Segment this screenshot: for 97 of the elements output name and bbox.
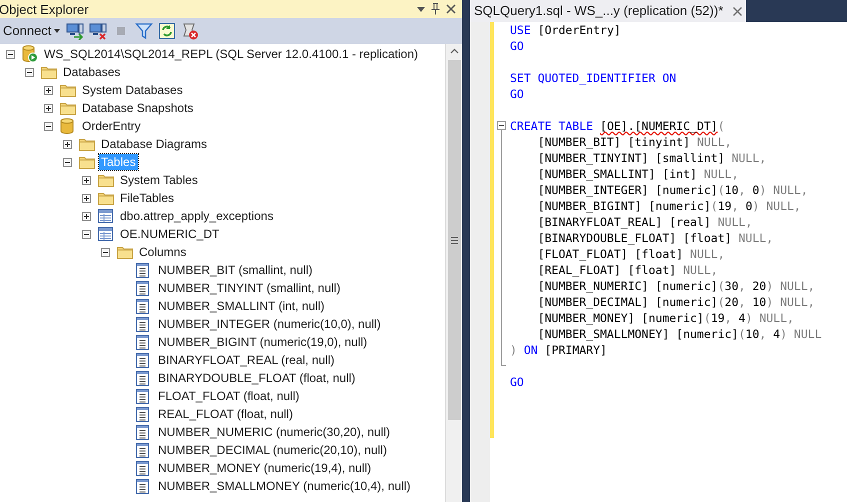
connect-button[interactable]: Connect	[2, 21, 62, 41]
code-line: GO	[510, 86, 524, 102]
tree-item[interactable]: REAL_FLOAT (float, null)	[156, 406, 295, 422]
column-icon	[136, 478, 149, 494]
collapse-icon[interactable]	[82, 230, 91, 238]
database-icon	[60, 118, 74, 134]
tree-item[interactable]: NUMBER_MONEY (numeric(19,4), null)	[156, 460, 374, 476]
collapse-icon[interactable]	[6, 50, 15, 58]
collapse-icon[interactable]	[44, 122, 53, 130]
code-line: [NUMBER_INTEGER] [numeric](10, 0) NULL,	[536, 182, 808, 198]
tree-item[interactable]: Database Snapshots	[80, 100, 196, 116]
folder-icon	[41, 66, 57, 78]
column-icon	[136, 388, 149, 404]
tree-item[interactable]: NUMBER_TINYINT (smallint, null)	[156, 280, 342, 296]
code-line: GO	[510, 374, 524, 390]
tree-item[interactable]: Database Diagrams	[99, 136, 210, 152]
code-line: GO	[510, 38, 524, 54]
column-icon	[136, 262, 149, 278]
column-icon	[136, 298, 149, 314]
tree-item[interactable]: Columns	[137, 244, 188, 260]
collapse-icon[interactable]	[63, 158, 72, 166]
code-line: [NUMBER_BIGINT] [numeric](19, 0) NULL,	[536, 198, 801, 214]
expand-icon[interactable]	[63, 140, 72, 148]
folder-icon	[117, 246, 133, 258]
tree-item[interactable]: BINARYDOUBLE_FLOAT (float, null)	[156, 370, 358, 386]
table-icon	[98, 227, 113, 241]
computer-x-icon[interactable]	[89, 22, 108, 40]
outline-end	[501, 358, 506, 366]
tree-item[interactable]: FileTables	[118, 190, 176, 206]
folder-icon	[60, 84, 76, 96]
scrollbar-thumb[interactable]	[448, 60, 460, 420]
column-icon	[136, 460, 149, 476]
code-line: [NUMBER_NUMERIC] [numeric](30, 20) NULL,	[536, 278, 815, 294]
collapse-icon[interactable]	[497, 118, 506, 134]
code-line: CREATE TABLE [OE].[NUMERIC_DT](	[510, 118, 725, 134]
tree-item[interactable]: NUMBER_NUMERIC (numeric(30,20), null)	[156, 424, 392, 440]
column-icon	[136, 334, 149, 350]
column-icon	[136, 424, 149, 440]
close-icon[interactable]	[446, 4, 456, 14]
collapse-icon[interactable]	[101, 248, 110, 256]
column-icon	[136, 280, 149, 296]
computer-icon[interactable]	[66, 22, 84, 40]
code-line: [BINARYDOUBLE_FLOAT] [float] NULL,	[536, 230, 774, 246]
column-icon	[136, 352, 149, 368]
tree-item[interactable]: dbo.attrep_apply_exceptions	[118, 208, 276, 224]
caret-icon	[54, 29, 60, 33]
code-line: USE [OrderEntry]	[510, 22, 621, 38]
tree-item[interactable]: FLOAT_FLOAT (float, null)	[156, 388, 302, 404]
close-icon[interactable]	[733, 6, 742, 16]
collapse-icon[interactable]	[25, 68, 34, 76]
folder-icon	[98, 192, 114, 204]
dropdown-icon[interactable]	[417, 6, 425, 12]
tree-item[interactable]: NUMBER_BIGINT (numeric(19,0), null)	[156, 334, 370, 350]
folder-icon	[79, 156, 95, 168]
tree-item[interactable]: NUMBER_SMALLINT (int, null)	[156, 298, 326, 314]
server-icon	[22, 45, 38, 63]
code-line: [FLOAT_FLOAT] [float] NULL,	[536, 246, 725, 262]
folder-icon	[60, 102, 76, 114]
code-line: [BINARYFLOAT_REAL] [real] NULL,	[536, 214, 752, 230]
column-icon	[136, 316, 149, 332]
tree-item[interactable]: NUMBER_INTEGER (numeric(10,0), null)	[156, 316, 383, 332]
expand-icon[interactable]	[44, 86, 53, 94]
tree-item[interactable]: NUMBER_SMALLMONEY (numeric(10,4), null)	[156, 478, 413, 494]
code-line: SET QUOTED_IDENTIFIER ON	[510, 70, 676, 86]
code-line: [NUMBER_SMALLMONEY] [numeric](10, 4) NULL	[536, 326, 822, 342]
tree-item[interactable]: BINARYFLOAT_REAL (real, null)	[156, 352, 337, 368]
code-line: ) ON [PRIMARY]	[510, 342, 607, 358]
table-icon	[98, 209, 113, 223]
tree-item[interactable]: OE.NUMERIC_DT	[118, 226, 222, 242]
tree-item[interactable]: System Databases	[80, 82, 185, 98]
column-icon	[136, 442, 149, 458]
folder-icon	[79, 138, 95, 150]
scrollbar[interactable]	[445, 44, 462, 502]
code-line: [NUMBER_TINYINT] [smallint] NULL,	[536, 150, 766, 166]
expand-icon[interactable]	[82, 212, 91, 220]
tree-item[interactable]: System Tables	[118, 172, 200, 188]
document-x-icon[interactable]	[181, 22, 200, 40]
filter-icon[interactable]	[135, 22, 154, 40]
code-line: [NUMBER_SMALLINT] [int] NULL,	[536, 166, 738, 182]
code-line: [NUMBER_BIT] [tinyint] NULL,	[536, 134, 732, 150]
pin-icon[interactable]	[431, 3, 440, 15]
column-icon	[136, 370, 149, 386]
column-icon	[136, 406, 149, 422]
expand-icon[interactable]	[44, 104, 53, 112]
expand-icon[interactable]	[82, 194, 91, 202]
tree-item[interactable]: NUMBER_DECIMAL (numeric(20,10), null)	[156, 442, 389, 458]
expand-icon[interactable]	[82, 176, 91, 184]
tree-item[interactable]: WS_SQL2014\SQL2014_REPL (SQL Server 12.0.4100.1 - replication)	[42, 46, 420, 62]
tree-item[interactable]: NUMBER_BIT (smallint, null)	[156, 262, 314, 278]
folder-icon	[98, 174, 114, 186]
tree-item[interactable]: OrderEntry	[80, 118, 143, 134]
document-tab[interactable]: SQLQuery1.sql - WS_...y (replication (52))*	[470, 0, 746, 22]
code-line: [NUMBER_MONEY] [numeric](19, 4) NULL,	[536, 310, 794, 326]
code-line: [NUMBER_DECIMAL] [numeric](20, 10) NULL,	[536, 294, 815, 310]
code-line: [REAL_FLOAT] [float] NULL,	[536, 262, 718, 278]
refresh-icon[interactable]	[158, 22, 176, 40]
tree-item[interactable]: Databases	[61, 64, 122, 80]
